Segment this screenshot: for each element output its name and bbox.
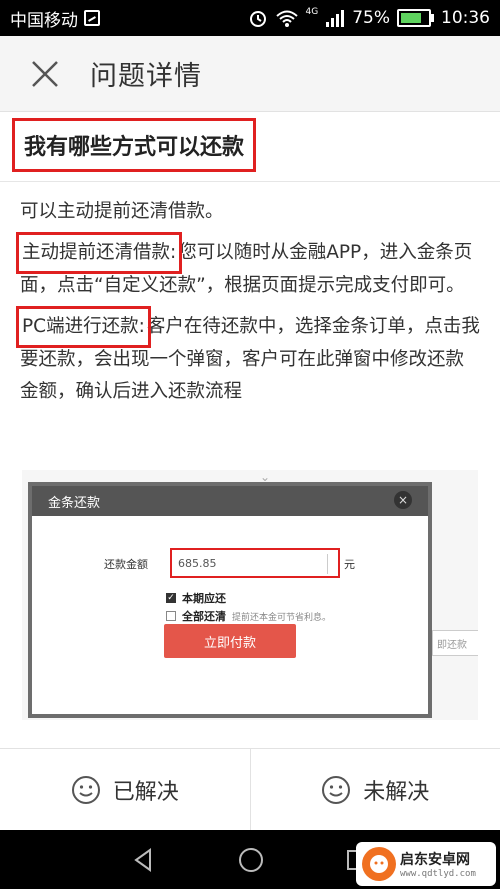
checkbox-icon — [166, 611, 176, 621]
unsolved-label: 未解决 — [363, 779, 430, 805]
answer-method-2: PC端进行还款: 客户在待还款中，选择金条订单，点击我要还款，会出现一个弹窗，客户… — [16, 306, 480, 408]
dialog-title: 金条还款 — [48, 495, 101, 511]
dialog-header: 金条还款 × — [32, 486, 428, 516]
amount-field: 685.85 — [170, 548, 340, 578]
watermark-url: www.qdtlyd.com — [400, 869, 476, 879]
background-button: 即还款 — [432, 630, 478, 656]
page-title: 问题详情 — [90, 61, 202, 92]
embedded-screenshot: ⌄ 即还款 金条还款 × 还款金额 685.85 元 ✓ 本期应还 全部还清 提… — [22, 470, 478, 720]
alarm-icon — [249, 11, 266, 27]
question-title: 我有哪些方式可以还款 — [12, 118, 257, 172]
smiley-icon — [322, 775, 351, 804]
solved-button[interactable]: 已解决 — [0, 749, 250, 830]
option-full: 全部还清 提前还本金可节省利息。 — [166, 608, 331, 624]
watermark-text: 启东安卓网 www.qdtlyd.com — [400, 849, 476, 879]
question-section: 我有哪些方式可以还款 — [0, 112, 500, 182]
method-1-label: 主动提前还清借款: — [15, 232, 183, 274]
close-icon — [32, 60, 58, 87]
amount-label: 还款金额 — [104, 558, 148, 571]
option-full-note: 提前还本金可节省利息。 — [232, 612, 332, 623]
amount-value: 685.85 — [178, 556, 217, 570]
unsolved-button[interactable]: 未解决 — [251, 749, 500, 830]
sim-icon — [84, 10, 100, 26]
clock: 10:36 — [441, 8, 490, 28]
solved-label: 已解决 — [112, 779, 179, 805]
checkbox-checked-icon: ✓ — [166, 593, 176, 603]
signal-icon — [326, 10, 345, 27]
watermark-logo — [362, 847, 396, 881]
battery-icon — [397, 9, 434, 27]
unit-label: 元 — [344, 558, 355, 571]
battery-percent: 75% — [352, 8, 390, 28]
dialog-close-icon: × — [394, 491, 412, 509]
answer-method-1: 主动提前还清借款: 您可以随时从金融APP，进入金条页面，点击“自定义还款”，根据… — [15, 232, 480, 302]
status-right: 4G 75% 10:36 — [248, 7, 490, 28]
top-bar: 问题详情 — [0, 36, 500, 112]
home-icon[interactable] — [237, 846, 265, 874]
answer-intro: 可以主动提前还清借款。 — [20, 201, 224, 222]
option-current-label: 本期应还 — [182, 592, 226, 605]
repay-dialog: 金条还款 × 还款金额 685.85 元 ✓ 本期应还 全部还清 提前还本金可节… — [28, 482, 432, 718]
smiley-icon — [71, 775, 100, 804]
close-button[interactable] — [0, 36, 90, 112]
watermark-name: 启东安卓网 — [400, 852, 470, 868]
option-current: ✓ 本期应还 — [166, 590, 226, 606]
back-icon[interactable] — [131, 847, 157, 873]
network-type: 4G — [305, 7, 319, 17]
feedback-bar: 已解决 未解决 — [0, 748, 500, 830]
answer-body: 可以主动提前还清借款。 主动提前还清借款: 您可以随时从金融APP，进入金条页面，… — [15, 196, 480, 416]
wifi-icon — [275, 10, 298, 27]
carrier-name: 中国移动 — [10, 10, 78, 31]
status-bar: 中国移动 4G 75% 10:36 — [0, 0, 500, 36]
carrier-group: 中国移动 — [10, 6, 100, 31]
method-2-label: PC端进行还款: — [16, 306, 151, 348]
option-full-label: 全部还清 — [182, 610, 226, 623]
pay-now-button: 立即付款 — [164, 624, 296, 658]
watermark: 启东安卓网 www.qdtlyd.com — [356, 842, 496, 886]
